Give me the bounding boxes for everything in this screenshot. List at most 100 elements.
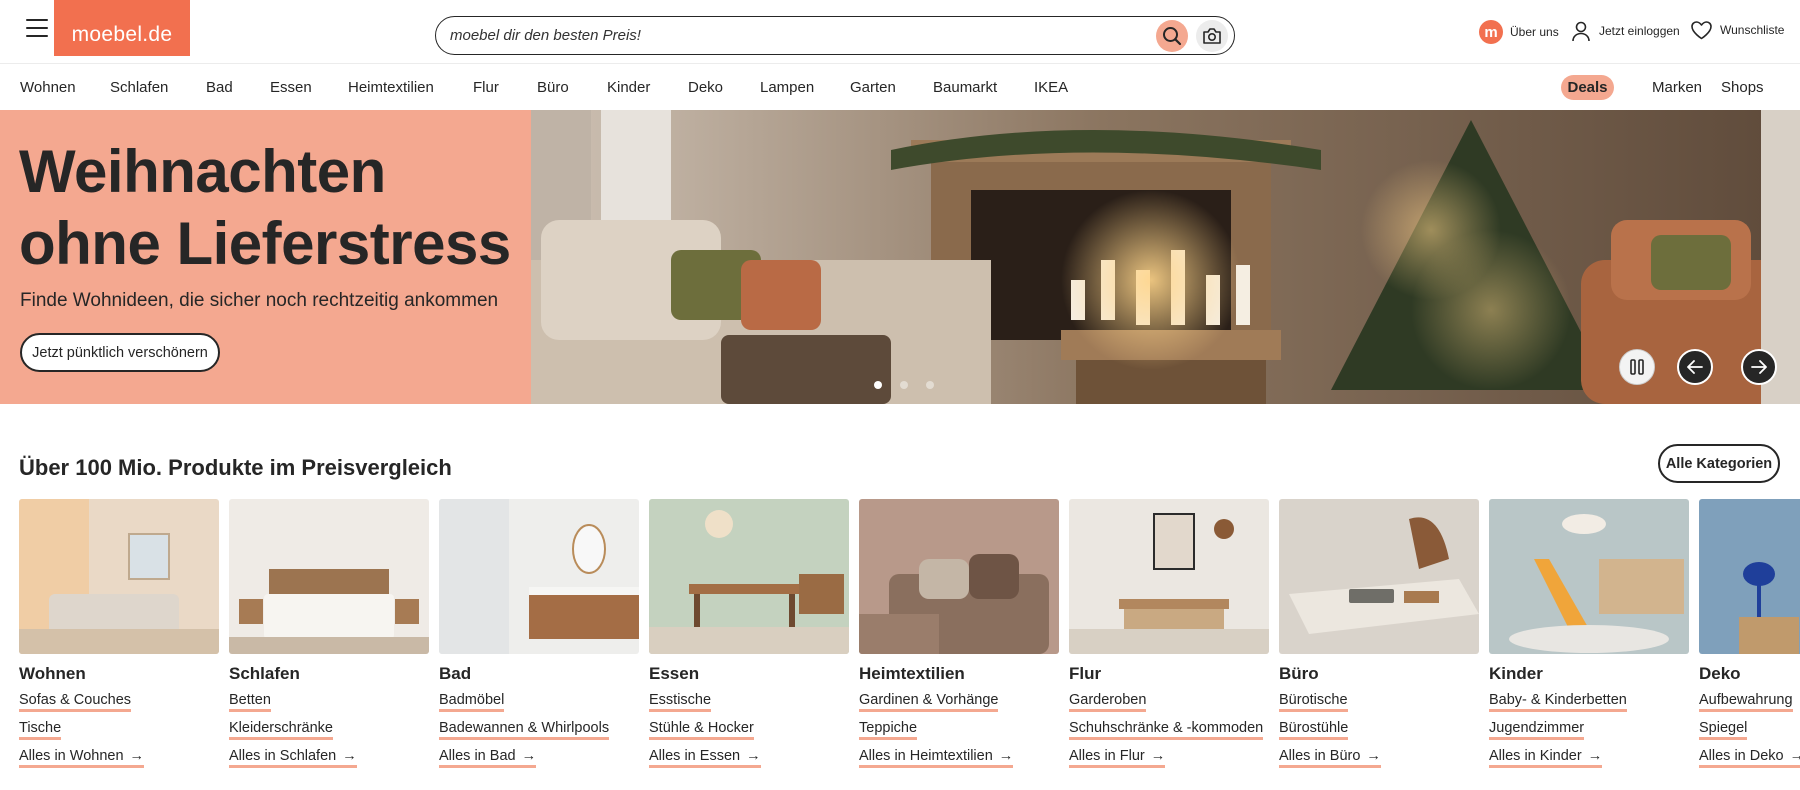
category-image[interactable] — [439, 499, 639, 654]
category-title[interactable]: Flur — [1069, 664, 1269, 684]
carousel-dot[interactable] — [926, 381, 934, 389]
carousel-prev-button[interactable] — [1677, 349, 1713, 385]
category-title[interactable]: Schlafen — [229, 664, 429, 684]
category-link[interactable]: Gardinen & Vorhänge — [859, 692, 999, 712]
nav-item-deals[interactable]: Deals — [1561, 75, 1614, 100]
category-title[interactable]: Heimtextilien — [859, 664, 1059, 684]
hero-text-panel: Weihnachten ohne Lieferstress Finde Wohn… — [0, 110, 531, 404]
category-link[interactable]: Aufbewahrung — [1699, 692, 1793, 712]
category-link[interactable]: Bürostühle — [1279, 720, 1349, 740]
category-all-label: Alles in Deko — [1699, 748, 1784, 764]
category-all-label: Alles in Bad — [439, 748, 516, 764]
category-link[interactable]: Bürotische — [1279, 692, 1348, 712]
category-card-buero: Büro Bürotische Bürostühle Alles in Büro… — [1279, 499, 1479, 768]
category-image[interactable] — [1699, 499, 1800, 654]
camera-search-button[interactable] — [1196, 20, 1228, 52]
arrow-right-icon: → — [342, 748, 357, 764]
category-link[interactable]: Kleiderschränke — [229, 720, 333, 740]
category-link[interactable]: Tische — [19, 720, 62, 740]
nav-item-shops[interactable]: Shops — [1721, 79, 1764, 96]
nav-item-garten[interactable]: Garten — [850, 79, 896, 96]
category-all-link[interactable]: Alles in Wohnen → — [19, 748, 145, 768]
category-link[interactable]: Sofas & Couches — [19, 692, 132, 712]
about-link[interactable]: m Über uns — [1479, 20, 1559, 44]
category-link[interactable]: Spiegel — [1699, 720, 1748, 740]
search-icon — [1163, 27, 1182, 46]
nav-item-flur[interactable]: Flur — [473, 79, 499, 96]
nav-item-buero[interactable]: Büro — [537, 79, 569, 96]
category-link[interactable]: Jugendzimmer — [1489, 720, 1585, 740]
search-button[interactable] — [1156, 20, 1188, 52]
category-all-label: Alles in Flur — [1069, 748, 1145, 764]
category-title[interactable]: Wohnen — [19, 664, 219, 684]
category-all-label: Alles in Kinder — [1489, 748, 1582, 764]
category-link[interactable]: Schuhschränke & -kommoden — [1069, 720, 1264, 740]
search-bar — [435, 16, 1235, 55]
search-input[interactable] — [450, 23, 1150, 47]
all-categories-button[interactable]: Alle Kategorien — [1658, 444, 1780, 483]
category-card-wohnen: Wohnen Sofas & Couches Tische Alles in W… — [19, 499, 219, 768]
category-image[interactable] — [1489, 499, 1689, 654]
category-link[interactable]: Teppiche — [859, 720, 918, 740]
nav-item-lampen[interactable]: Lampen — [760, 79, 814, 96]
category-all-link[interactable]: Alles in Heimtextilien → — [859, 748, 1014, 768]
category-title[interactable]: Deko — [1699, 664, 1800, 684]
category-link[interactable]: Stühle & Hocker — [649, 720, 754, 740]
category-title[interactable]: Büro — [1279, 664, 1479, 684]
carousel-next-button[interactable] — [1741, 349, 1777, 385]
nav-item-bad[interactable]: Bad — [206, 79, 233, 96]
carousel-pause-button[interactable] — [1619, 349, 1655, 385]
arrow-right-icon: → — [129, 748, 145, 764]
wishlist-link[interactable]: Wunschliste — [1690, 20, 1784, 40]
category-all-link[interactable]: Alles in Flur → — [1069, 748, 1166, 768]
category-card-heimtextilien: Heimtextilien Gardinen & Vorhänge Teppic… — [859, 499, 1059, 768]
category-all-link[interactable]: Alles in Essen → — [649, 748, 761, 768]
logo[interactable]: moebel.de — [54, 0, 190, 56]
menu-icon[interactable] — [26, 19, 48, 37]
category-all-link[interactable]: Alles in Bad → — [439, 748, 537, 768]
nav-item-ikea[interactable]: IKEA — [1034, 79, 1068, 96]
nav-item-schlafen[interactable]: Schlafen — [110, 79, 168, 96]
category-all-link[interactable]: Alles in Büro → — [1279, 748, 1381, 768]
category-card-essen: Essen Esstische Stühle & Hocker Alles in… — [649, 499, 849, 768]
category-link[interactable]: Garderoben — [1069, 692, 1147, 712]
nav-item-baumarkt[interactable]: Baumarkt — [933, 79, 997, 96]
nav-item-marken[interactable]: Marken — [1652, 79, 1702, 96]
category-all-link[interactable]: Alles in Kinder → — [1489, 748, 1603, 768]
category-all-label: Alles in Wohnen — [19, 748, 124, 764]
category-link[interactable]: Betten — [229, 692, 271, 712]
category-card-schlafen: Schlafen Betten Kleiderschränke Alles in… — [229, 499, 429, 768]
nav-item-heimtextilien[interactable]: Heimtextilien — [348, 79, 434, 96]
nav-item-wohnen[interactable]: Wohnen — [20, 79, 76, 96]
carousel-dot[interactable] — [874, 381, 882, 389]
arrow-left-icon — [1687, 360, 1703, 374]
category-image[interactable] — [649, 499, 849, 654]
category-image[interactable] — [19, 499, 219, 654]
nav-item-essen[interactable]: Essen — [270, 79, 312, 96]
hero-image[interactable] — [531, 110, 1800, 404]
category-title[interactable]: Kinder — [1489, 664, 1689, 684]
hero-cta-button[interactable]: Jetzt pünktlich verschönern — [20, 333, 220, 372]
category-image[interactable] — [1279, 499, 1479, 654]
category-link[interactable]: Esstische — [649, 692, 712, 712]
category-image[interactable] — [1069, 499, 1269, 654]
arrow-right-icon: → — [1150, 748, 1166, 764]
wishlist-label: Wunschliste — [1720, 23, 1785, 37]
category-link[interactable]: Badewannen & Whirlpools — [439, 720, 610, 740]
category-link[interactable]: Baby- & Kinderbetten — [1489, 692, 1627, 712]
carousel-dot[interactable] — [900, 381, 908, 389]
about-label: Über uns — [1510, 25, 1559, 39]
category-title[interactable]: Bad — [439, 664, 639, 684]
category-all-link[interactable]: Alles in Schlafen → — [229, 748, 357, 768]
category-all-link[interactable]: Alles in Deko → — [1699, 748, 1800, 768]
category-image[interactable] — [859, 499, 1059, 654]
category-title[interactable]: Essen — [649, 664, 849, 684]
nav-item-deko[interactable]: Deko — [688, 79, 723, 96]
category-all-label: Alles in Büro — [1279, 748, 1361, 764]
category-image[interactable] — [229, 499, 429, 654]
nav-item-kinder[interactable]: Kinder — [607, 79, 650, 96]
main-nav: Wohnen Schlafen Bad Essen Heimtextilien … — [0, 65, 1800, 109]
hero-banner: Weihnachten ohne Lieferstress Finde Wohn… — [0, 110, 1800, 404]
category-link[interactable]: Badmöbel — [439, 692, 505, 712]
login-link[interactable]: Jetzt einloggen — [1570, 20, 1680, 42]
